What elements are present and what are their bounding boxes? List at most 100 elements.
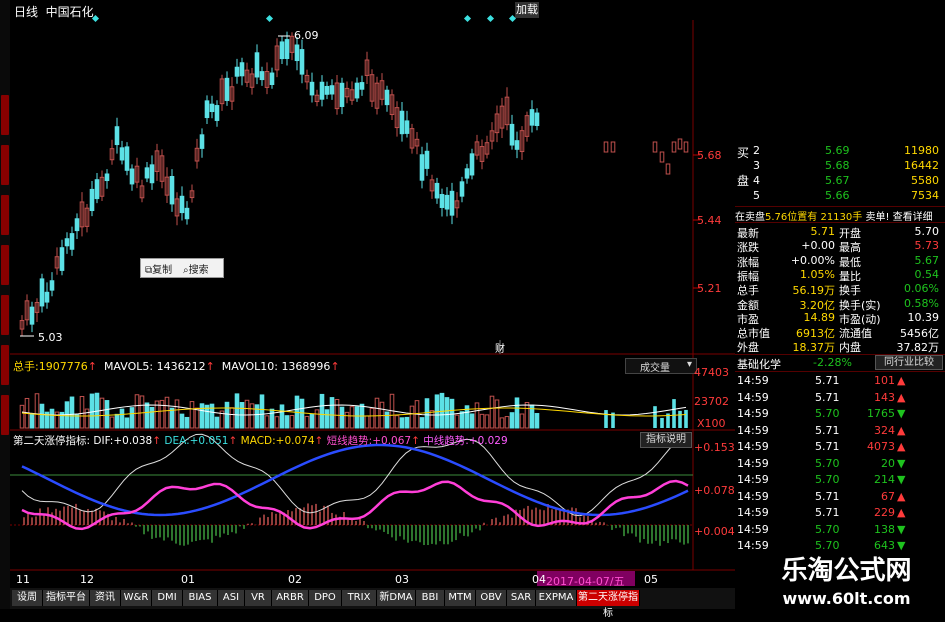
price: 5.67 [825,174,850,187]
volume-axis-tick: 23702 [694,395,729,408]
sell-order-alert[interactable]: 在卖盘5.76位置有 21130手 卖单! 查看详细 [735,208,933,223]
volume-axis-tick: 47403 [694,366,729,379]
volume-bar [399,417,405,429]
volume-bar [309,413,315,429]
tab-indicator[interactable]: ASI [218,590,245,606]
chart-canvas[interactable] [10,0,735,588]
tab-indicator[interactable]: 第二天涨停指标 [577,590,640,619]
quote-value: 0.06% [904,282,939,296]
quote-value: 14.89 [803,310,836,324]
tab-indicator[interactable]: 资讯 [90,590,121,606]
volume-bar [229,407,235,429]
volume-bar [499,417,505,429]
quote-row: 总市值 6913亿 流通值 5456亿 [735,325,945,340]
volume-bar [214,416,220,429]
volume-bar [194,407,200,429]
tick-row: 14:59 5.71 229 ▲ [735,506,945,521]
tick-volume: 643 [874,539,895,552]
volume-bar [444,397,450,429]
event-marker[interactable] [265,14,274,23]
tick-row: 14:59 5.70 138 ▼ [735,523,945,538]
volume-bar [339,406,345,429]
finance-marker[interactable]: 财 [495,340,505,355]
short-trend-line [21,479,689,531]
tab-indicator[interactable]: DMI [152,590,183,606]
tab-indicator[interactable]: BIAS [183,590,218,606]
x-axis-label: 11 [16,573,30,586]
candle [659,151,665,163]
tab-indicator[interactable]: W&R [121,590,152,606]
quote-value: 18.37万 [792,341,836,355]
tab-indicator[interactable]: BBI [416,590,445,606]
volume-bar [289,415,295,429]
quote-value: 5.67 [914,253,940,267]
tick-row: 14:59 5.70 1765 ▼ [735,407,945,422]
copy-button[interactable]: ⧉复制 [145,261,172,276]
left-tab-6[interactable] [1,345,9,385]
volume-bar [224,401,230,429]
left-tab-7[interactable] [1,395,9,435]
volume-bar [459,411,465,429]
volume-bar [299,398,305,429]
tick-time: 14:59 [737,506,769,519]
tab-indicator[interactable]: EXPMA [536,590,577,606]
volume-bar [89,393,95,429]
level: 4 [753,174,760,187]
tab-indicator[interactable]: 新DMA [377,590,416,606]
left-tab-2[interactable] [1,145,9,185]
volume-header: 总手:1907776↑ MAVOL5: 1436212↑ MAVOL10: 13… [13,360,340,373]
volume-bar [109,416,115,429]
arrow-up-icon: ▲ [897,440,906,453]
candlesticks [19,31,689,336]
sector-name[interactable]: 基础化学 [737,356,781,372]
industry-compare-button[interactable]: 同行业比较 [875,355,943,370]
event-marker[interactable] [463,14,472,23]
volume-bar [469,413,475,429]
volume-indicator-select[interactable]: 成交量 ▾ [625,358,697,374]
event-marker[interactable] [486,14,495,23]
event-marker[interactable] [508,14,517,23]
tick-price: 5.70 [815,456,840,470]
tick-price: 5.71 [815,489,840,503]
volume-bar [114,413,120,429]
x-axis-label: 04 [532,573,546,586]
search-button[interactable]: ⌕搜索 [183,261,209,276]
quote-row: 总手 56.19万 换手 0.06% [735,282,945,297]
tab-indicator[interactable]: VR [245,590,272,606]
volume: 16442 [904,159,939,172]
left-tab-1[interactable] [1,95,9,135]
quote-value: +0.00 [801,239,835,253]
candle [652,141,658,153]
tick-volume: 4073 [867,440,895,453]
volume-bar [374,397,380,429]
volume-bar [653,406,657,428]
tab-indicator[interactable]: DPO [309,590,342,606]
tick-price: 5.71 [815,423,840,437]
tick-price: 5.71 [815,374,840,387]
event-marker[interactable] [91,14,100,23]
volume-bar [419,417,425,429]
tick-volume: 143 [874,390,895,404]
tab-indicator[interactable]: OBV [476,590,507,606]
volume-bar [484,414,490,429]
tick-volume: 138 [874,522,895,536]
order-book-row: 4 5.67 5580 [735,174,945,189]
indicator-help-button[interactable]: 指标说明 [640,432,692,448]
left-tab-3[interactable] [1,195,9,235]
tab-indicator[interactable]: ARBR [272,590,309,606]
price: 5.69 [825,144,850,157]
tab-indicator[interactable]: 设周 [12,590,43,606]
left-tab-4[interactable] [1,245,9,285]
tab-indicator[interactable]: SAR [507,590,536,606]
tab-indicator[interactable]: MTM [445,590,476,606]
event-markers[interactable] [91,14,517,23]
tick-volume: 229 [874,506,895,519]
tab-indicator[interactable]: 指标平台 [43,590,90,606]
volume: 7534 [911,189,939,202]
volume-bar [84,408,90,429]
tab-indicator[interactable]: TRIX [342,590,377,606]
level: 5 [753,189,760,202]
left-tab-5[interactable] [1,295,9,335]
quote-row: 振幅 1.05% 量比 0.54 [735,268,945,283]
quote-panel: 买 盘 2 5.69 11980 3 5.68 16442 4 5.67 5580 5… [735,140,945,609]
